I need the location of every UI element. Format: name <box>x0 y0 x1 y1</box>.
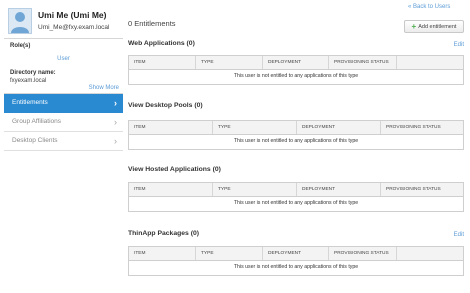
column-header-provisioning-status[interactable]: PROVISIONING STATUS <box>329 56 397 69</box>
table-header: ITEM TYPE DEPLOYMENT PROVISIONING STATUS <box>129 183 463 197</box>
user-display-name: Umi Me (Umi Me) <box>38 10 107 20</box>
section-thinapp-packages: ThinApp Packages (0) Edit ITEM TYPE DEPL… <box>128 230 464 280</box>
column-header-type[interactable]: TYPE <box>196 56 263 69</box>
section-view-desktop-pools: View Desktop Pools (0) ITEM TYPE DEPLOYM… <box>128 102 464 152</box>
user-email: Umi_Me@fxy.exam.local <box>38 24 110 31</box>
section-title: View Hosted Applications (0) <box>128 166 221 173</box>
edit-link[interactable]: Edit <box>454 42 464 48</box>
empty-message: This user is not entitled to any applica… <box>233 73 359 79</box>
entitlements-table: ITEM TYPE DEPLOYMENT PROVISIONING STATUS… <box>128 246 464 276</box>
plus-icon: + <box>411 21 417 31</box>
roles-label: Role(s) <box>10 43 31 49</box>
column-header-deployment[interactable]: DEPLOYMENT <box>297 183 381 196</box>
table-header: ITEM TYPE DEPLOYMENT PROVISIONING STATUS <box>129 56 463 70</box>
user-avatar-icon <box>8 8 32 34</box>
add-entitlement-label: Add entitlement <box>418 23 457 30</box>
column-header-deployment[interactable]: DEPLOYMENT <box>263 247 329 260</box>
empty-message: This user is not entitled to any applica… <box>233 138 359 144</box>
column-header-deployment[interactable]: DEPLOYMENT <box>263 56 329 69</box>
column-header-item[interactable]: ITEM <box>129 121 213 134</box>
user-info-panel: Role(s) User Directory name: fxyexam.loc… <box>4 38 123 94</box>
entitlements-table: ITEM TYPE DEPLOYMENT PROVISIONING STATUS… <box>128 182 464 212</box>
column-header-provisioning-status[interactable]: PROVISIONING STATUS <box>381 121 465 134</box>
directory-name-value: fxyexam.local <box>10 78 47 84</box>
chevron-right-icon: › <box>114 117 117 127</box>
edit-link[interactable]: Edit <box>454 232 464 238</box>
empty-message: This user is not entitled to any applica… <box>233 264 359 270</box>
section-view-hosted-applications: View Hosted Applications (0) ITEM TYPE D… <box>128 166 464 216</box>
nav-item-group-affiliations[interactable]: Group Affiliations › <box>4 113 123 132</box>
section-title: View Desktop Pools (0) <box>128 102 203 109</box>
section-web-applications: Web Applications (0) Edit ITEM TYPE DEPL… <box>128 40 464 90</box>
chevron-right-icon: › <box>114 98 117 108</box>
entitlements-table: ITEM TYPE DEPLOYMENT PROVISIONING STATUS… <box>128 55 464 85</box>
roles-value: User <box>57 56 70 62</box>
nav-item-desktop-clients[interactable]: Desktop Clients › <box>4 132 123 151</box>
section-title: ThinApp Packages (0) <box>128 230 200 237</box>
table-header: ITEM TYPE DEPLOYMENT PROVISIONING STATUS <box>129 121 463 135</box>
table-header: ITEM TYPE DEPLOYMENT PROVISIONING STATUS <box>129 247 463 261</box>
nav-item-label: Desktop Clients <box>12 137 58 144</box>
entitlement-count: 0 Entitlements <box>128 19 176 28</box>
column-header-deployment[interactable]: DEPLOYMENT <box>297 121 381 134</box>
column-header-item[interactable]: ITEM <box>129 183 213 196</box>
column-header-type[interactable]: TYPE <box>213 121 297 134</box>
column-header-provisioning-status[interactable]: PROVISIONING STATUS <box>381 183 465 196</box>
column-header-provisioning-status[interactable]: PROVISIONING STATUS <box>329 247 397 260</box>
nav-item-label: Entitlements <box>12 99 48 106</box>
directory-name-label: Directory name: <box>10 70 56 76</box>
section-title: Web Applications (0) <box>128 40 195 47</box>
user-profile-header: Umi Me (Umi Me) Umi_Me@fxy.exam.local <box>4 4 123 38</box>
back-to-users-link[interactable]: « Back to Users <box>408 4 450 10</box>
column-header-item[interactable]: ITEM <box>129 247 196 260</box>
add-entitlement-button[interactable]: + Add entitlement <box>404 20 464 33</box>
nav-item-entitlements[interactable]: Entitlements › <box>4 94 123 113</box>
entitlements-table: ITEM TYPE DEPLOYMENT PROVISIONING STATUS… <box>128 120 464 150</box>
column-header-type[interactable]: TYPE <box>213 183 297 196</box>
nav-item-label: Group Affiliations <box>12 118 62 125</box>
empty-message: This user is not entitled to any applica… <box>233 200 359 206</box>
show-more-link[interactable]: Show More <box>89 85 119 91</box>
column-header-type[interactable]: TYPE <box>196 247 263 260</box>
user-sidebar: Umi Me (Umi Me) Umi_Me@fxy.exam.local Ro… <box>4 4 123 151</box>
column-header-item[interactable]: ITEM <box>129 56 196 69</box>
chevron-right-icon: › <box>114 136 117 146</box>
